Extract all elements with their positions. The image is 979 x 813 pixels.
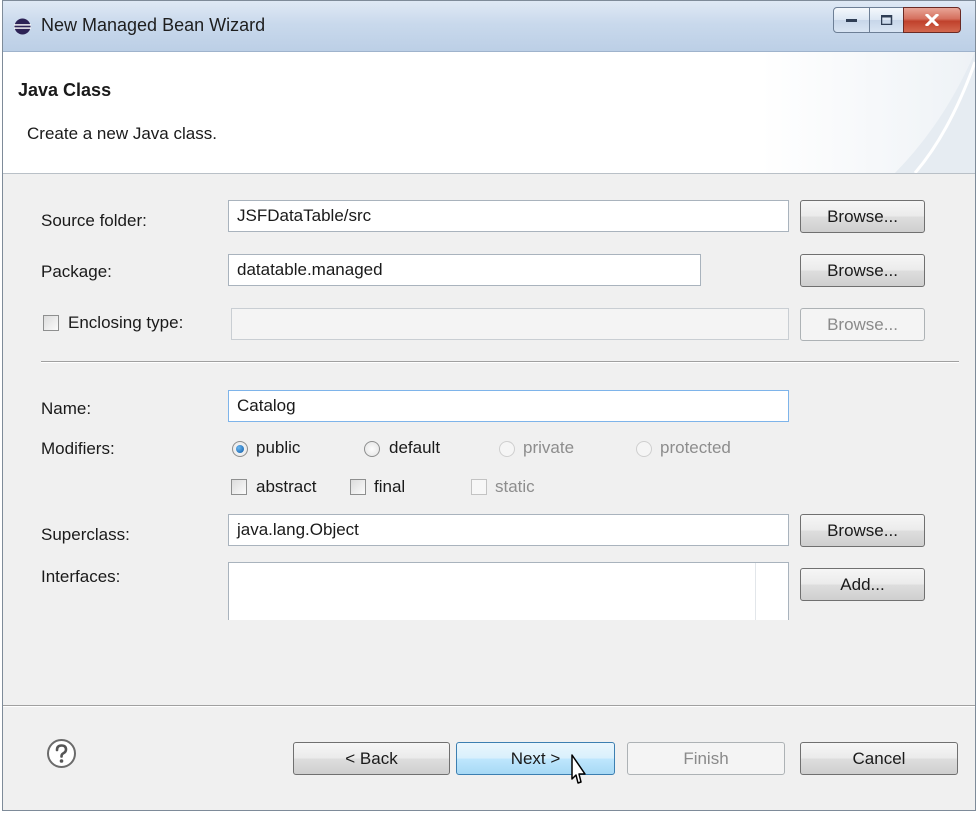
- default-radio-label: default: [389, 438, 441, 457]
- package-field[interactable]: datatable.managed: [228, 254, 701, 286]
- title-bar[interactable]: New Managed Bean Wizard: [3, 1, 975, 52]
- final-checkbox[interactable]: [350, 479, 366, 495]
- abstract-checkbox[interactable]: [231, 479, 247, 495]
- wizard-window: New Managed Bean Wizard Java Class Creat…: [2, 0, 976, 811]
- source-folder-browse-button[interactable]: Browse...: [800, 200, 925, 233]
- help-icon[interactable]: [46, 738, 77, 769]
- private-radio[interactable]: [499, 441, 515, 457]
- package-label: Package:: [41, 262, 112, 281]
- cancel-button[interactable]: Cancel: [800, 742, 958, 775]
- default-radio[interactable]: [364, 441, 380, 457]
- enclosing-type-checkbox[interactable]: [43, 315, 59, 331]
- enclosing-type-field[interactable]: [231, 308, 789, 340]
- minimize-button[interactable]: [833, 7, 870, 33]
- section-separator: [41, 361, 959, 363]
- page-title: Java Class: [18, 80, 112, 100]
- superclass-browse-button[interactable]: Browse...: [800, 514, 925, 547]
- name-label: Name:: [41, 399, 92, 418]
- page-description: Create a new Java class.: [27, 124, 217, 143]
- banner-decoration: [895, 52, 975, 173]
- minimize-icon: [845, 19, 857, 22]
- superclass-field[interactable]: java.lang.Object: [228, 514, 789, 546]
- package-browse-button[interactable]: Browse...: [800, 254, 925, 287]
- mouse-pointer-icon: [571, 754, 586, 784]
- maximize-icon: [880, 15, 892, 25]
- maximize-button[interactable]: [869, 7, 904, 33]
- eclipse-icon: [14, 18, 31, 35]
- enclosing-type-browse-button[interactable]: Browse...: [800, 308, 925, 341]
- window-title: New Managed Bean Wizard: [41, 15, 266, 35]
- close-button[interactable]: [903, 7, 961, 33]
- header-banner: Java Class Create a new Java class.: [3, 52, 975, 174]
- source-folder-label: Source folder:: [41, 211, 147, 230]
- protected-radio[interactable]: [636, 441, 652, 457]
- public-radio[interactable]: [232, 441, 248, 457]
- close-icon: [925, 14, 939, 26]
- add-interface-button[interactable]: Add...: [800, 568, 925, 601]
- abstract-checkbox-label: abstract: [256, 477, 317, 496]
- static-checkbox-label: static: [495, 477, 535, 496]
- footer-separator: [3, 705, 975, 707]
- public-radio-label: public: [256, 438, 301, 457]
- static-checkbox[interactable]: [471, 479, 487, 495]
- name-field[interactable]: Catalog: [228, 390, 789, 422]
- source-folder-field[interactable]: JSFDataTable/src: [228, 200, 789, 232]
- back-button[interactable]: < Back: [293, 742, 450, 775]
- protected-radio-label: protected: [660, 438, 731, 457]
- final-checkbox-label: final: [374, 477, 406, 496]
- list-scrollbar-divider: [755, 563, 756, 620]
- interfaces-list[interactable]: [228, 562, 789, 620]
- private-radio-label: private: [523, 438, 575, 457]
- interfaces-label: Interfaces:: [41, 567, 121, 586]
- enclosing-type-label: Enclosing type:: [68, 313, 184, 332]
- radio-selected-dot: [236, 445, 244, 453]
- finish-button[interactable]: Finish: [627, 742, 785, 775]
- superclass-label: Superclass:: [41, 525, 130, 544]
- modifiers-label: Modifiers:: [41, 439, 115, 458]
